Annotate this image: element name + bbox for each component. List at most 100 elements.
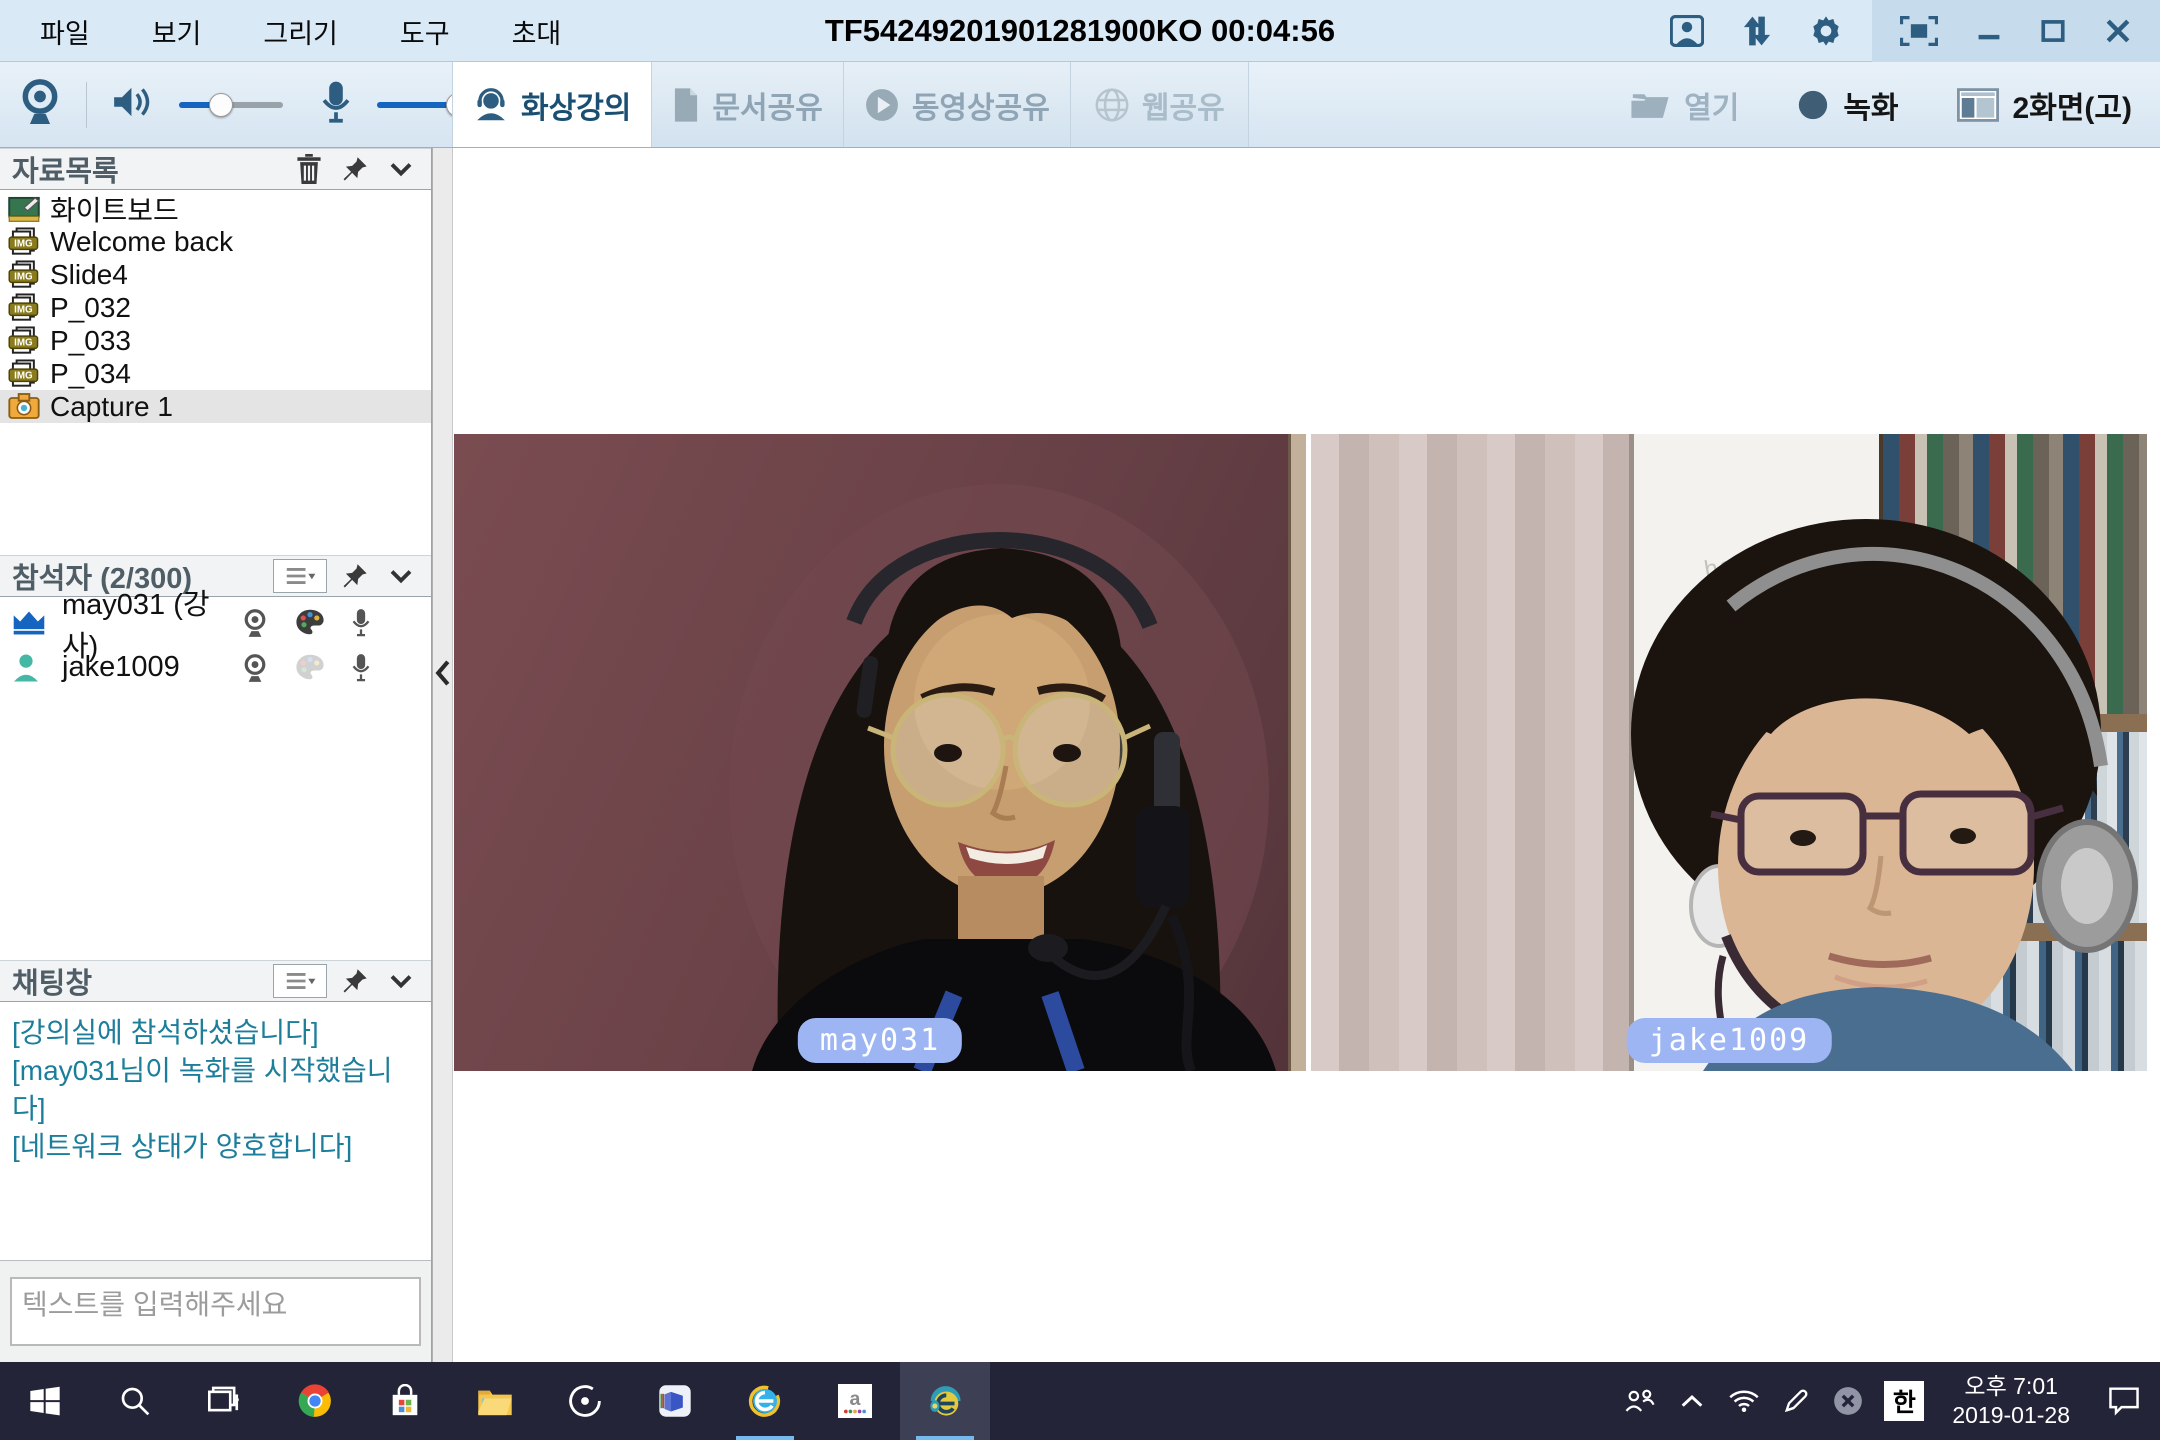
participant-webcam-icon[interactable] xyxy=(241,653,271,683)
collapse-panel-chevron-icon[interactable] xyxy=(383,558,419,594)
taskbar-lecture-app-active[interactable] xyxy=(900,1362,990,1440)
menu-tools[interactable]: 도구 xyxy=(400,12,450,51)
chat-options-button[interactable] xyxy=(273,964,327,998)
maximize-button[interactable] xyxy=(2040,18,2066,44)
close-button[interactable] xyxy=(2104,17,2132,45)
tab-video-share[interactable]: 동영상공유 xyxy=(844,62,1071,147)
toolbar-separator xyxy=(86,82,87,128)
material-item-whiteboard[interactable]: 화이트보드 xyxy=(0,192,431,225)
clock-time: 오후 7:01 xyxy=(1952,1372,2070,1401)
material-item-capture[interactable]: Capture 1 xyxy=(0,390,431,423)
internet-explorer-icon xyxy=(747,1383,783,1419)
material-item-image[interactable]: IMG Welcome back xyxy=(0,225,431,258)
video-name-tag: jake1009 xyxy=(1627,1018,1832,1063)
material-item-image[interactable]: IMG P_033 xyxy=(0,324,431,357)
chat-message: [네트워크 상태가 양호합니다] xyxy=(12,1128,419,1166)
menu-invite[interactable]: 초대 xyxy=(512,12,562,51)
taskbar-chrome[interactable] xyxy=(270,1362,360,1440)
participant-name: jake1009 xyxy=(62,651,241,684)
image-file-icon: IMG xyxy=(8,359,40,389)
webcam-button[interactable] xyxy=(18,77,62,132)
menu-view[interactable]: 보기 xyxy=(152,12,202,51)
taskbar-learning-app[interactable] xyxy=(630,1362,720,1440)
volume-slider-thumb[interactable] xyxy=(209,93,233,117)
music-app-icon xyxy=(568,1384,602,1418)
taskbar-amazon[interactable]: a xyxy=(810,1362,900,1440)
action-center-button[interactable] xyxy=(2088,1362,2160,1440)
capture-camera-icon xyxy=(8,392,40,422)
app-window: 파일 보기 그리기 도구 초대 TF54249201901281900KO 00… xyxy=(0,0,2160,1440)
session-title: TF54249201901281900KO 00:04:56 xyxy=(825,0,1335,62)
tray-disconnect-icon[interactable] xyxy=(1822,1362,1874,1440)
tab-video-lecture[interactable]: 화상강의 xyxy=(452,62,652,147)
svg-text:IMG: IMG xyxy=(14,238,33,249)
participant-drawing-palette-icon[interactable] xyxy=(295,608,325,638)
taskbar-store[interactable] xyxy=(360,1362,450,1440)
tray-show-hidden-icons[interactable] xyxy=(1666,1362,1718,1440)
material-item-image[interactable]: IMG P_034 xyxy=(0,357,431,390)
video-name-tag: may031 xyxy=(798,1018,962,1063)
mode-tabs: 화상강의 문서공유 동영상공유 웹공유 xyxy=(452,62,1249,147)
svg-text:IMG: IMG xyxy=(14,271,33,282)
chat-input[interactable] xyxy=(10,1277,421,1346)
minimize-button[interactable] xyxy=(1976,18,2002,44)
network-transfer-button[interactable] xyxy=(1740,15,1774,47)
svg-text:IMG: IMG xyxy=(14,337,33,348)
menu-file[interactable]: 파일 xyxy=(40,12,90,51)
participant-row-attendee[interactable]: jake1009 xyxy=(0,645,431,690)
toolbar: 화상강의 문서공유 동영상공유 웹공유 열기 녹화 xyxy=(0,62,2160,148)
pin-icon[interactable] xyxy=(337,963,373,999)
taskbar-music-app[interactable] xyxy=(540,1362,630,1440)
participants-list: may031 (강사) jake1009 xyxy=(0,600,431,690)
participant-webcam-icon[interactable] xyxy=(241,608,271,638)
ime-korean-indicator[interactable]: 한 xyxy=(1884,1381,1924,1421)
profile-button[interactable] xyxy=(1670,15,1704,47)
task-view-icon xyxy=(208,1386,242,1416)
taskbar-internet-explorer[interactable] xyxy=(720,1362,810,1440)
taskbar-search-button[interactable] xyxy=(90,1362,180,1440)
participant-drawing-palette-icon-disabled[interactable] xyxy=(295,653,325,683)
record-button[interactable]: 녹화 xyxy=(1797,83,1898,127)
tray-pen-icon[interactable] xyxy=(1770,1362,1822,1440)
participant-mic-icon[interactable] xyxy=(349,653,379,683)
image-file-icon: IMG xyxy=(8,293,40,323)
collapse-panel-chevron-icon[interactable] xyxy=(383,963,419,999)
tab-web-share[interactable]: 웹공유 xyxy=(1071,62,1249,147)
collapse-left-chevron-icon xyxy=(435,660,451,686)
taskbar-file-explorer[interactable] xyxy=(450,1362,540,1440)
windows-logo-icon xyxy=(29,1385,61,1417)
mic-icon[interactable] xyxy=(319,79,353,130)
settings-gear-icon[interactable] xyxy=(1810,15,1842,47)
chat-message: [강의실에 참석하셨습니다] xyxy=(12,1014,419,1052)
chat-input-area xyxy=(0,1260,431,1362)
screen-layout-button[interactable]: 2화면(고) xyxy=(1957,83,2132,127)
start-button[interactable] xyxy=(0,1362,90,1440)
svg-text:a: a xyxy=(850,1388,862,1410)
pin-icon[interactable] xyxy=(337,151,373,187)
fullscreen-button[interactable] xyxy=(1900,16,1938,46)
running-indicator xyxy=(736,1436,794,1440)
material-item-image[interactable]: IMG Slide4 xyxy=(0,258,431,291)
pin-icon[interactable] xyxy=(337,558,373,594)
sidebar-collapse-handle[interactable] xyxy=(432,148,453,1362)
windows-taskbar: a 한 오후 7:01 xyxy=(0,1362,2160,1440)
participant-mic-icon[interactable] xyxy=(349,608,379,638)
amazon-icon: a xyxy=(838,1384,872,1418)
participant-row-host[interactable]: may031 (강사) xyxy=(0,600,431,645)
trash-icon[interactable] xyxy=(291,151,327,187)
tray-wifi-icon[interactable] xyxy=(1718,1362,1770,1440)
lecture-app-icon xyxy=(926,1382,964,1420)
notification-icon xyxy=(2108,1386,2140,1416)
tab-document-share[interactable]: 문서공유 xyxy=(652,62,843,147)
tray-people-icon[interactable] xyxy=(1614,1362,1666,1440)
material-item-image[interactable]: IMG P_032 xyxy=(0,291,431,324)
participants-list-options-button[interactable] xyxy=(273,559,327,593)
speaker-icon[interactable] xyxy=(111,83,155,126)
materials-title: 자료목록 xyxy=(12,148,119,190)
task-view-button[interactable] xyxy=(180,1362,270,1440)
volume-slider[interactable] xyxy=(179,102,283,108)
collapse-panel-chevron-icon[interactable] xyxy=(383,151,419,187)
menu-draw[interactable]: 그리기 xyxy=(263,12,338,51)
taskbar-clock[interactable]: 오후 7:01 2019-01-28 xyxy=(1934,1372,2088,1430)
open-button[interactable]: 열기 xyxy=(1630,83,1739,127)
